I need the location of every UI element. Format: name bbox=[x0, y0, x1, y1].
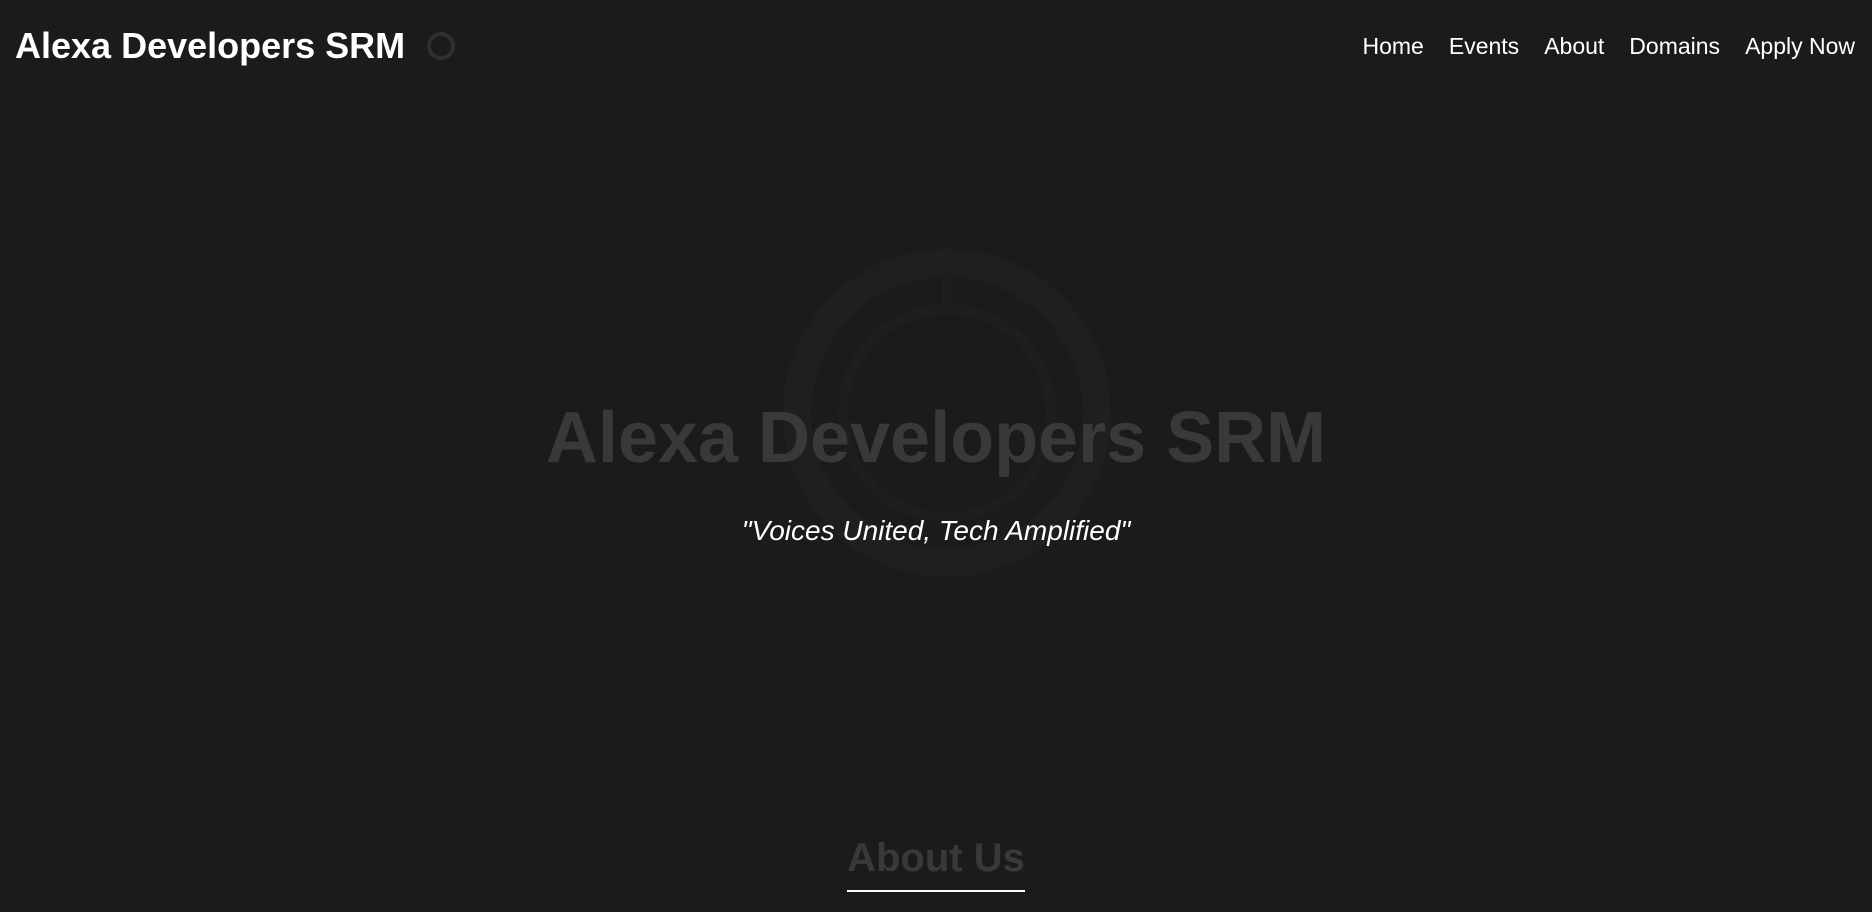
nav-link-domains[interactable]: Domains bbox=[1629, 30, 1720, 62]
nav-link-about[interactable]: About bbox=[1544, 30, 1604, 62]
nav-link-apply-now[interactable]: Apply Now bbox=[1745, 30, 1855, 62]
alexa-ring-icon bbox=[425, 30, 457, 62]
hero-title: Alexa Developers SRM bbox=[545, 398, 1327, 479]
nav-link-home[interactable]: Home bbox=[1363, 30, 1424, 62]
brand[interactable]: Alexa Developers SRM bbox=[15, 24, 457, 68]
navbar: Alexa Developers SRM Home Events About D… bbox=[0, 0, 1872, 92]
hero-section: Alexa Developers SRM "Voices United, Tec… bbox=[0, 92, 1872, 812]
about-section: About Us bbox=[0, 830, 1872, 892]
brand-title[interactable]: Alexa Developers SRM bbox=[15, 24, 405, 68]
hero-tagline: "Voices United, Tech Amplified" bbox=[741, 515, 1131, 546]
about-title: About Us bbox=[847, 830, 1025, 892]
nav-menu: Home Events About Domains Apply Now bbox=[1338, 30, 1856, 62]
nav-link-events[interactable]: Events bbox=[1449, 30, 1519, 62]
